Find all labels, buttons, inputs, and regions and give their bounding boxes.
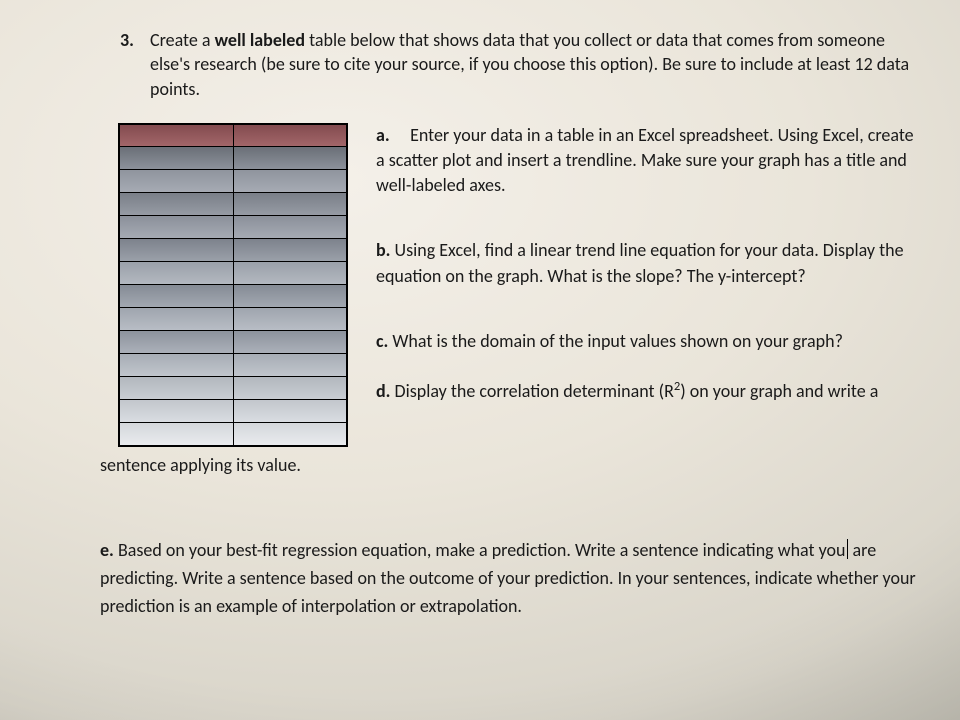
- content-row: a. Enter your data in a table in an Exce…: [120, 123, 920, 447]
- part-a-label: a.: [376, 124, 390, 146]
- table-cell: [234, 170, 347, 192]
- part-d-tail: sentence applying its value.: [100, 453, 920, 477]
- table-row: [120, 400, 346, 423]
- table-cell: [234, 216, 347, 238]
- table-row: [120, 239, 346, 262]
- part-d-text-inline: Display the correlation determinant (R: [395, 380, 674, 402]
- part-d: d. Display the correlation determinant (…: [376, 378, 920, 404]
- table-cell: [234, 285, 347, 307]
- table-row: [120, 285, 346, 308]
- table-row: [120, 262, 346, 285]
- table-header-row: [120, 125, 346, 147]
- table-cell: [234, 331, 347, 353]
- table-cell: [234, 354, 347, 376]
- table-cell: [120, 308, 234, 330]
- part-b-label: b.: [376, 239, 390, 261]
- worksheet-page: 3. Create a well labeled table below tha…: [0, 0, 960, 720]
- question-number: 3.: [120, 28, 134, 52]
- table-cell: [120, 193, 234, 215]
- blank-data-table: [118, 123, 348, 447]
- table-cell: [234, 308, 347, 330]
- table-cell: [120, 400, 234, 422]
- table-row: [120, 147, 346, 170]
- part-c: c. What is the domain of the input value…: [376, 329, 920, 354]
- table-row: [120, 216, 346, 239]
- table-cell: [120, 423, 234, 445]
- table-cell: [234, 262, 347, 284]
- table-cell: [120, 147, 234, 169]
- table-cell: [120, 285, 234, 307]
- table-row: [120, 377, 346, 400]
- intro-pre: Create a: [150, 29, 215, 51]
- part-d-label: d.: [376, 380, 390, 402]
- table-cell: [120, 239, 234, 261]
- part-c-label: c.: [376, 330, 388, 352]
- table-row: [120, 308, 346, 331]
- table-cell: [234, 239, 347, 261]
- table-row: [120, 354, 346, 377]
- part-b: b. Using Excel, find a linear trend line…: [376, 238, 920, 288]
- table-row: [120, 423, 346, 445]
- subparts-column: a. Enter your data in a table in an Exce…: [376, 123, 920, 404]
- table-cell: [234, 377, 347, 399]
- table-row: [120, 193, 346, 216]
- part-b-text: Using Excel, find a linear trend line eq…: [376, 239, 904, 286]
- table-cell: [234, 193, 347, 215]
- table-cell: [120, 170, 234, 192]
- table-row: [120, 331, 346, 354]
- part-a-text: Enter your data in a table in an Excel s…: [376, 124, 914, 196]
- text-cursor-icon: [847, 539, 848, 559]
- table-header-cell: [120, 125, 234, 146]
- table-cell: [234, 400, 347, 422]
- part-e: e. Based on your best-fit regression equ…: [100, 537, 920, 621]
- table-header-cell: [234, 125, 347, 146]
- part-c-text: What is the domain of the input values s…: [392, 330, 843, 352]
- table-cell: [234, 423, 347, 445]
- table-cell: [120, 216, 234, 238]
- intro-bold: well labeled: [215, 29, 305, 51]
- part-a: a. Enter your data in a table in an Exce…: [376, 123, 920, 199]
- table-cell: [120, 262, 234, 284]
- table-cell: [234, 147, 347, 169]
- part-e-text-1: Based on your best-fit regression equati…: [118, 539, 846, 561]
- table-cell: [120, 354, 234, 376]
- question-intro: Create a well labeled table below that s…: [150, 28, 920, 101]
- part-d-text-after: ) on your graph and write a: [680, 380, 878, 402]
- part-e-label: e.: [100, 539, 114, 561]
- table-cell: [120, 331, 234, 353]
- table-cell: [120, 377, 234, 399]
- table-row: [120, 170, 346, 193]
